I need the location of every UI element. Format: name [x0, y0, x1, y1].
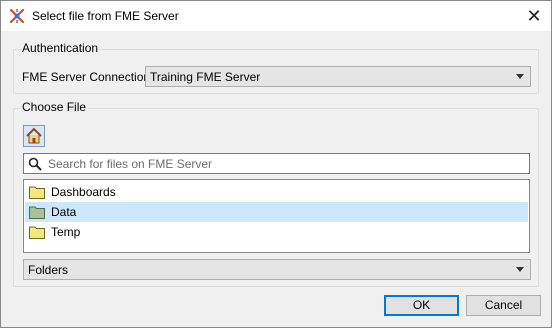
fme-app-icon [9, 8, 25, 24]
cancel-button[interactable]: Cancel [466, 295, 541, 316]
dialog-window: Select file from FME Server ✕ Authentica… [0, 0, 552, 328]
ok-button[interactable]: OK [384, 295, 459, 316]
filter-dropdown[interactable]: Folders [23, 259, 531, 280]
filter-value: Folders [28, 263, 69, 277]
connection-dropdown[interactable]: Training FME Server [145, 66, 531, 87]
folder-open-icon [29, 206, 45, 219]
list-item-label: Data [51, 205, 77, 219]
connection-label: FME Server Connection: [22, 70, 154, 84]
list-item-label: Dashboards [51, 185, 116, 199]
folder-icon [29, 226, 45, 239]
list-item-data[interactable]: Data [25, 202, 528, 222]
search-box[interactable] [23, 153, 530, 174]
file-list[interactable]: Dashboards Data Temp [23, 179, 530, 253]
list-item-dashboards[interactable]: Dashboards [25, 182, 528, 202]
home-icon [26, 127, 42, 144]
folder-icon [29, 186, 45, 199]
list-item-label: Temp [51, 225, 81, 239]
search-input[interactable] [48, 156, 518, 171]
chevron-down-icon [516, 74, 524, 79]
close-button[interactable]: ✕ [517, 1, 551, 31]
title-bar[interactable]: Select file from FME Server ✕ [1, 1, 551, 31]
choose-file-group-title: Choose File [21, 100, 88, 114]
close-icon: ✕ [526, 6, 542, 26]
search-icon [28, 157, 42, 171]
dialog-title: Select file from FME Server [32, 9, 179, 23]
list-item-temp[interactable]: Temp [25, 222, 528, 242]
authentication-group-title: Authentication [21, 41, 100, 55]
home-button[interactable] [23, 125, 45, 147]
chevron-down-icon [516, 267, 524, 272]
connection-value: Training FME Server [150, 70, 261, 84]
